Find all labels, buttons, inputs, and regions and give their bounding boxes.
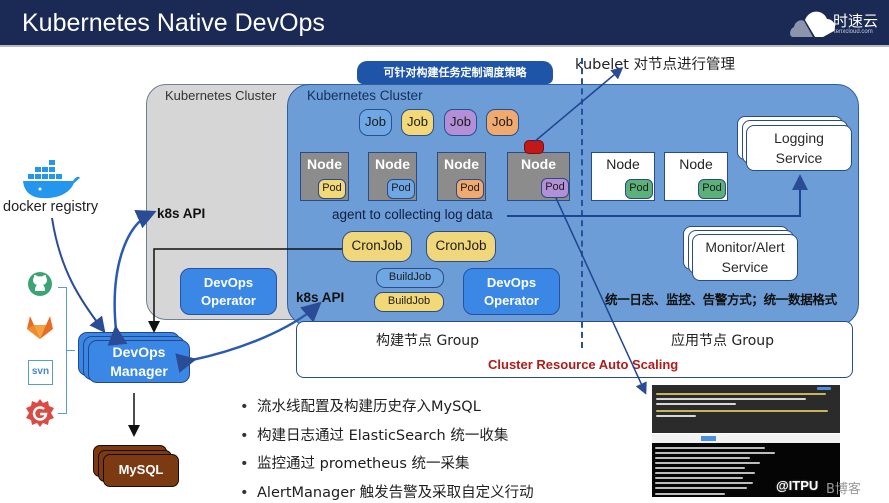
docker-whale-icon <box>23 160 80 199</box>
logging-service-line2: Service <box>775 150 823 166</box>
logo-text: 时速云 <box>833 12 879 30</box>
buildjob-box: BuildJob <box>374 292 444 312</box>
vcs-bracket-tick <box>67 350 75 351</box>
k8s-api-right: k8s API <box>296 290 345 305</box>
pod: Pod <box>698 179 726 199</box>
operator-line2: Operator <box>201 293 256 308</box>
unified-format-note: 统一日志、监控、告警方式；统一数据格式 <box>605 292 837 307</box>
job-box: Job <box>444 109 477 136</box>
gogs-icon <box>26 399 54 427</box>
feature-item: 监控通过 prometheus 统一采集 <box>240 453 534 482</box>
operator-line1: DevOps <box>203 275 254 290</box>
monitor-service-line1: Monitor/Alert <box>705 239 785 255</box>
right-cluster-label: Kubernetes Cluster <box>307 88 423 103</box>
job-box: Job <box>401 109 434 136</box>
node-label: Node <box>375 156 410 172</box>
terminal-tab-button <box>701 436 716 441</box>
devops-operator-right: DevOps Operator <box>463 268 560 315</box>
group-divider <box>581 58 583 348</box>
node-label: Node <box>444 156 479 172</box>
page-title: Kubernetes Native DevOps <box>22 9 325 37</box>
feature-item: 流水线配置及构建历史存入MySQL <box>240 396 534 425</box>
svn-icon: svn <box>28 360 53 385</box>
feature-list: 流水线配置及构建历史存入MySQL 构建日志通过 ElasticSearch 统… <box>240 396 534 503</box>
logging-service-line1: Logging <box>774 130 824 146</box>
watermark: @ITPU <box>776 478 819 493</box>
pod: Pod <box>541 178 569 198</box>
docker-registry-label: docker registry <box>3 199 99 215</box>
monitor-service-line2: Service <box>721 259 769 275</box>
node-label: Node <box>606 156 640 172</box>
agent-log-note: agent to collecting log data <box>332 207 493 222</box>
vcs-bracket <box>58 287 67 414</box>
cronjob-box: CronJob <box>426 231 496 262</box>
logging-service-label: Logging Service <box>746 128 852 168</box>
feature-item: AlertManager 触发告警及采取自定义行动 <box>240 482 534 503</box>
pod: Pod <box>387 179 415 199</box>
gitlab-icon <box>27 316 53 339</box>
kubelet-note: kubelet 对节点进行管理 <box>575 57 736 73</box>
devops-manager-label: DevOps Manager <box>88 343 190 381</box>
github-icon <box>28 272 52 296</box>
scheduling-strategy-banner: 可针对构建任务定制调度策略 <box>357 61 553 84</box>
operator-line2: Operator <box>484 293 539 308</box>
logo-domain: tenxcloud.com <box>834 29 873 35</box>
k8s-api-left: k8s API <box>157 206 206 221</box>
feature-item: 构建日志通过 ElasticSearch 统一收集 <box>240 425 534 454</box>
manager-line2: Manager <box>110 363 168 379</box>
autoscaling-label: Cluster Resource Auto Scaling <box>488 357 679 372</box>
job-box: Job <box>486 109 519 136</box>
devops-operator-left: DevOps Operator <box>180 268 277 315</box>
node-label: Node <box>307 156 342 172</box>
log-viewer-screenshot <box>652 385 840 433</box>
cronjob-box: CronJob <box>342 231 412 262</box>
terminal-tab-bar <box>652 434 840 443</box>
manager-line1: DevOps <box>112 344 166 360</box>
mysql-label: MySQL <box>118 462 164 477</box>
pod: Pod <box>625 179 653 199</box>
pod: Pod <box>318 179 346 199</box>
left-cluster-label: Kubernetes Cluster <box>165 88 277 103</box>
node-label: Node <box>521 156 556 172</box>
node-label: Node <box>679 156 713 172</box>
kubelet-marker <box>524 140 544 154</box>
operator-line1: DevOps <box>486 275 537 290</box>
watermark-suffix: B博客 <box>826 482 861 497</box>
app-node-group-label: 应用节点 Group <box>671 333 775 349</box>
job-box: Job <box>359 109 392 136</box>
pod: Pod <box>456 179 484 199</box>
monitor-service-label: Monitor/Alert Service <box>692 237 798 277</box>
buildjob-box: BuildJob <box>376 268 444 288</box>
build-node-group-label: 构建节点 Group <box>376 333 480 349</box>
